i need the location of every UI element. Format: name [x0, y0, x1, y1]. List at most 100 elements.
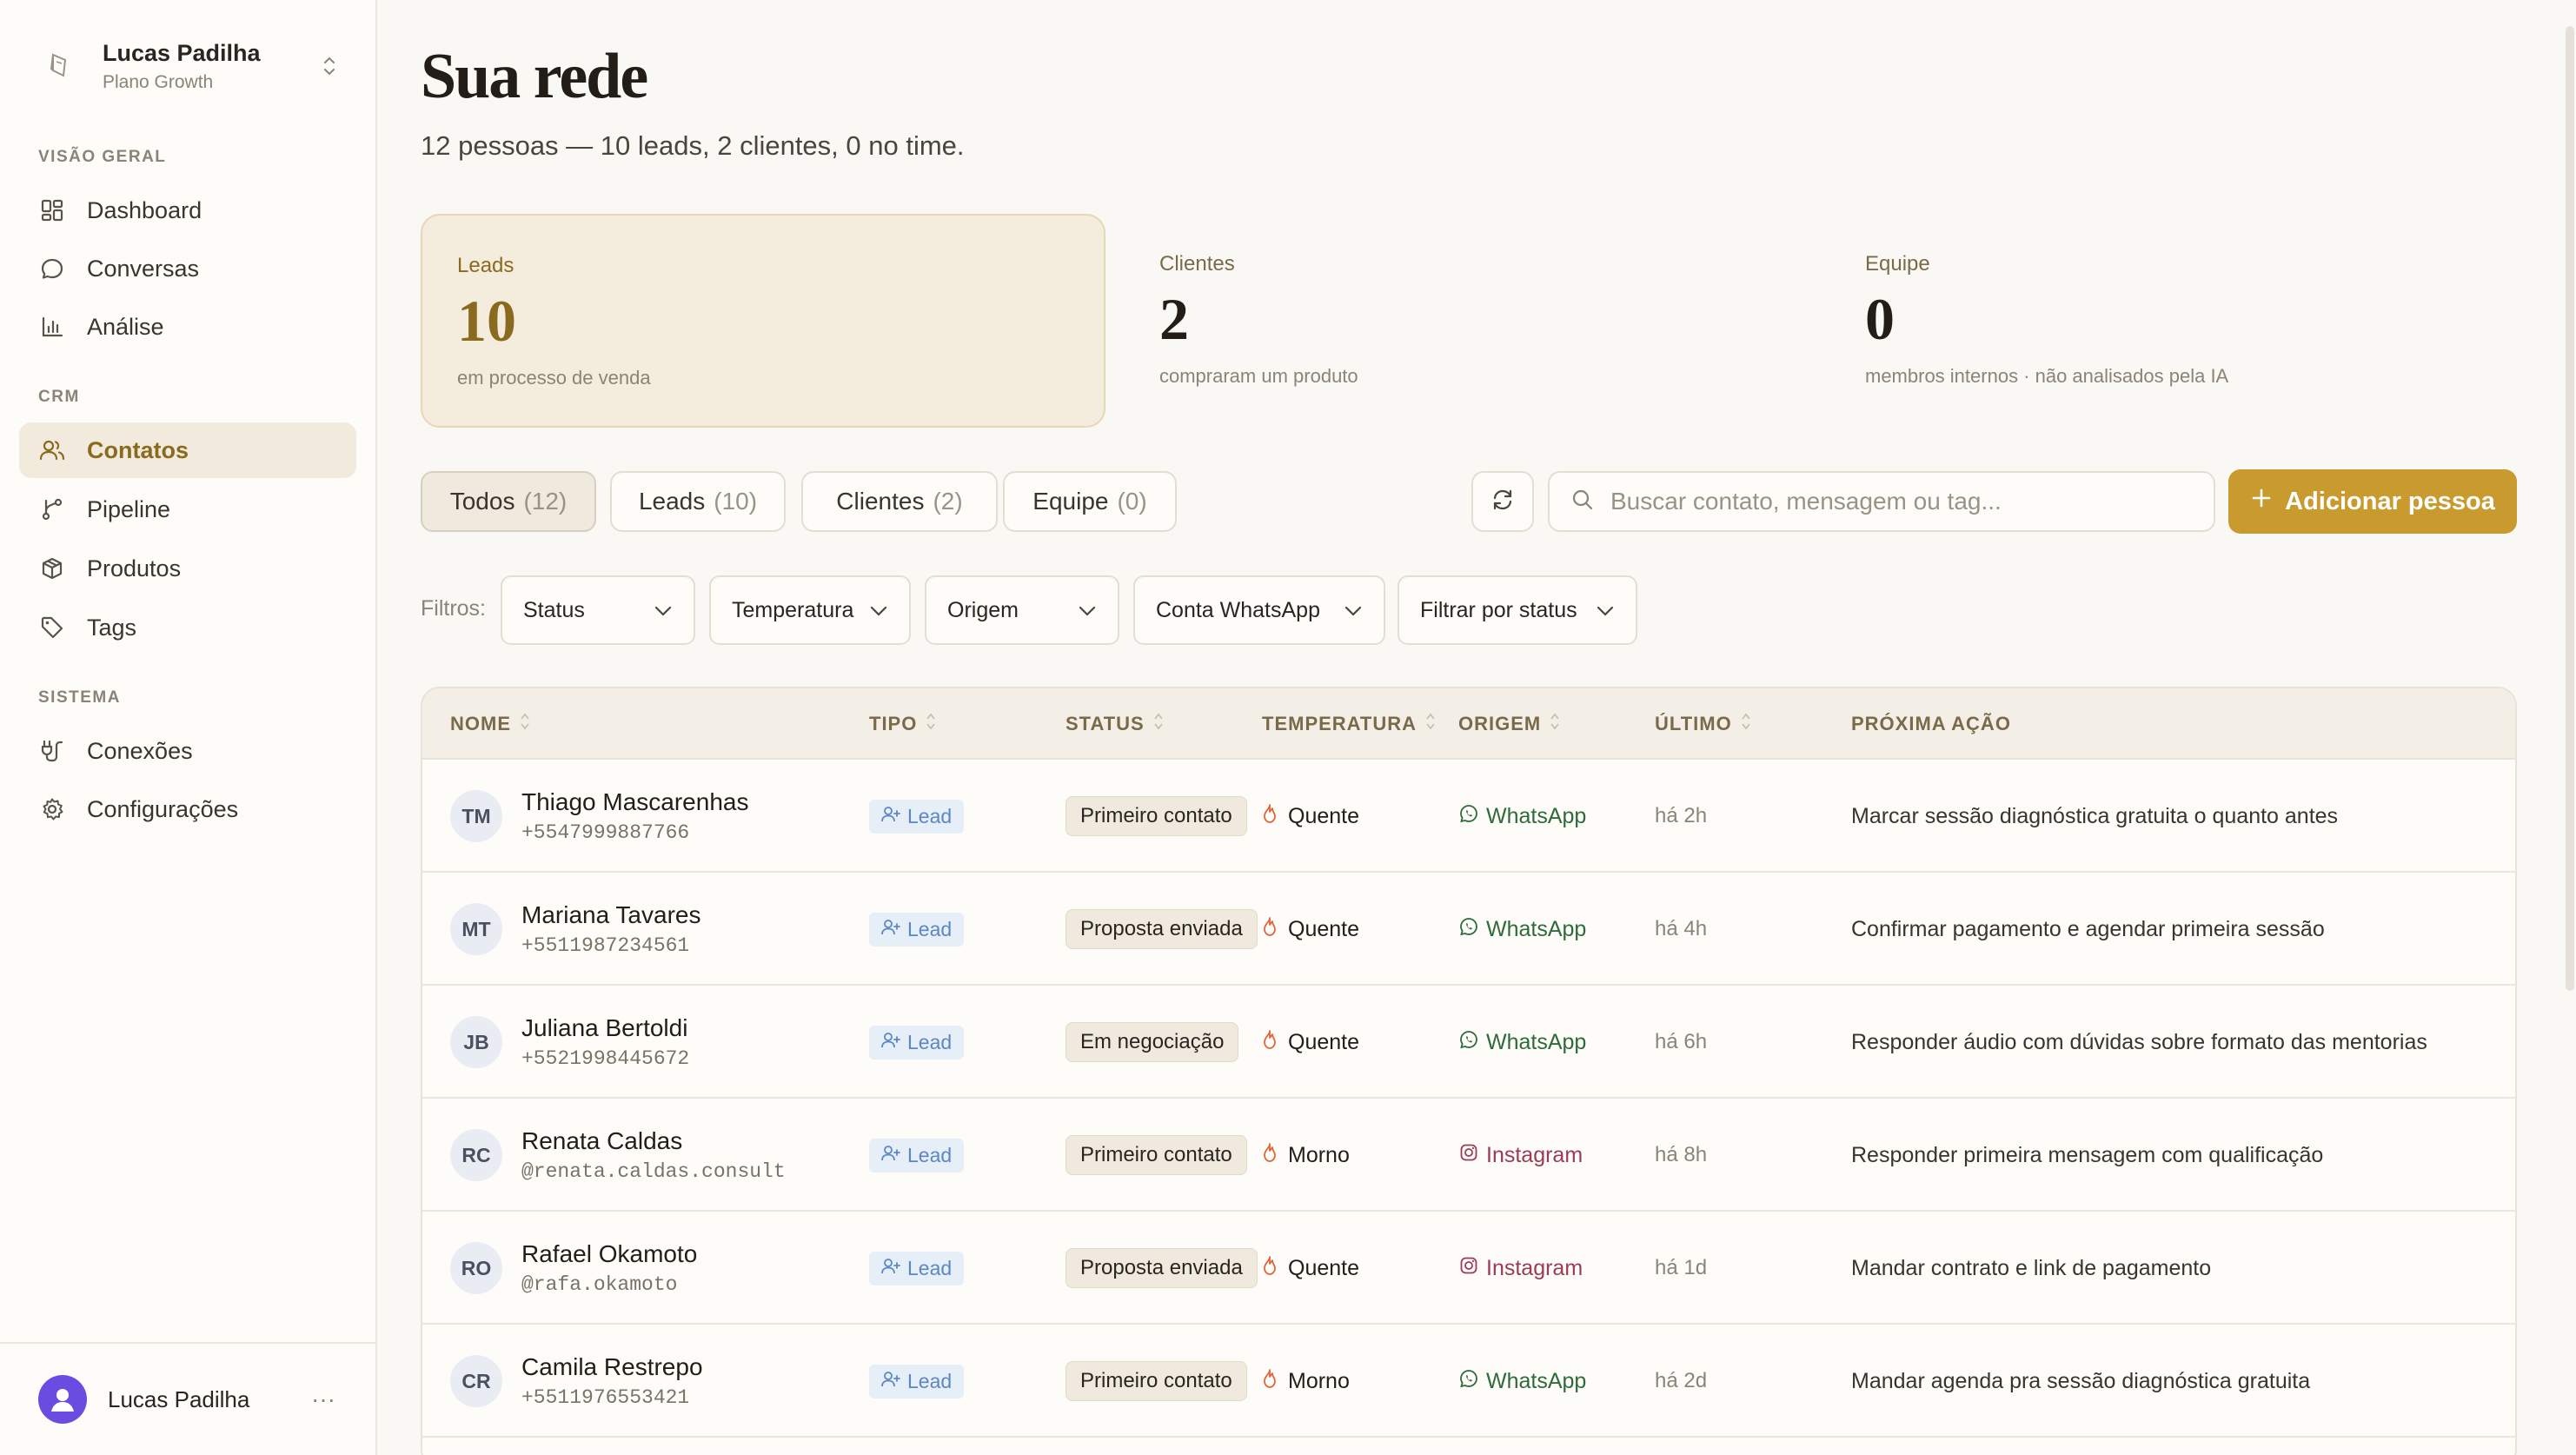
origin-label: WhatsApp: [1486, 803, 1587, 828]
contact-handle: @rafa.okamoto: [521, 1273, 678, 1296]
nav-item-analise[interactable]: Análise: [19, 299, 356, 355]
next-action: Responder áudio com dúvidas sobre format…: [1851, 1029, 2427, 1054]
nav-item-produtos[interactable]: Produtos: [19, 541, 356, 596]
chevron-down-icon: [869, 598, 888, 623]
contact-handle: @renata.caldas.consult: [521, 1160, 786, 1183]
column-header-temperatura[interactable]: TEMPERATURA: [1262, 688, 1436, 760]
chat-bubble-icon: [38, 255, 66, 282]
stat-card-clientes[interactable]: Clientes 2 compraram um produto: [1125, 214, 1809, 428]
column-header-tipo[interactable]: TIPO: [869, 688, 936, 760]
user-plus-icon: [881, 1031, 900, 1054]
tipo-badge: Lead: [869, 1364, 965, 1399]
git-branch-icon: [38, 495, 66, 523]
tab-count: (12): [523, 488, 568, 515]
filter-por-status[interactable]: Filtrar por status: [1398, 575, 1637, 645]
table-row[interactable]: TM Thiago Mascarenhas +5547999887766 Lead…: [422, 760, 2515, 873]
whatsapp-icon: [1458, 1029, 1479, 1056]
nav-item-pipeline[interactable]: Pipeline: [19, 482, 356, 537]
instagram-icon: [1458, 1255, 1479, 1282]
tipo-label: Lead: [907, 804, 953, 827]
column-header-label: TIPO: [869, 713, 918, 734]
nav-item-dashboard[interactable]: Dashboard: [19, 183, 356, 238]
stat-value: 10: [457, 288, 516, 354]
chevron-down-icon: [654, 598, 673, 623]
last-contact: há 6h: [1655, 1030, 1708, 1053]
filter-origem[interactable]: Origem: [925, 575, 1119, 645]
tipo-badge: Lead: [869, 1138, 965, 1173]
account-name: Lucas Padilha: [103, 39, 261, 66]
nav-item-tags[interactable]: Tags: [19, 600, 356, 655]
more-options-icon[interactable]: ···: [306, 1385, 341, 1413]
refresh-button[interactable]: [1471, 471, 1534, 532]
user-menu[interactable]: Lucas Padilha ···: [0, 1342, 375, 1455]
user-plus-icon: [881, 1257, 900, 1280]
temperature-label: Quente: [1288, 1029, 1360, 1054]
temperature-label: Morno: [1288, 1142, 1350, 1167]
table-row[interactable]: RC Renata Caldas @renata.caldas.consult L…: [422, 1099, 2515, 1212]
next-action: Confirmar pagamento e agendar primeira s…: [1851, 916, 2325, 941]
contact-handle: +5521998445672: [521, 1047, 690, 1070]
table-row[interactable]: RO Rafael Okamoto @rafa.okamoto Lead Prop…: [422, 1212, 2515, 1325]
main-content: Sua rede 12 pessoas — 10 leads, 2 client…: [379, 0, 2576, 1455]
contact-name: Rafael Okamoto: [521, 1240, 698, 1267]
nav-item-conversas[interactable]: Conversas: [19, 241, 356, 296]
tab-leads[interactable]: Leads (10): [610, 471, 786, 532]
contact-name: Thiago Mascarenhas: [521, 788, 749, 815]
plus-icon: [2250, 487, 2273, 516]
tipo-badge: Lead: [869, 1251, 965, 1286]
whatsapp-icon: [1458, 1368, 1479, 1395]
table-row[interactable]: CR Camila Restrepo +5511976553421 Lead Pr…: [422, 1325, 2515, 1438]
column-header-ultimo[interactable]: ÚLTIMO: [1655, 688, 1751, 760]
status-badge: Proposta enviada: [1066, 909, 1258, 949]
stat-label: Equipe: [1865, 252, 1930, 276]
tab-equipe[interactable]: Equipe (0): [1003, 471, 1177, 532]
sort-icon: [1550, 712, 1560, 736]
column-header-label: NOME: [450, 713, 511, 734]
temperature-label: Quente: [1288, 1255, 1360, 1280]
section-label-system: SISTEMA: [38, 688, 121, 707]
tab-todos[interactable]: Todos (12): [421, 471, 596, 532]
stat-card-leads[interactable]: Leads 10 em processo de venda: [421, 214, 1105, 428]
add-person-button[interactable]: Adicionar pessoa: [2228, 469, 2517, 534]
stat-value: 0: [1865, 286, 1895, 352]
column-header-nome[interactable]: NOME: [450, 688, 530, 760]
nav-label-conversas: Conversas: [87, 255, 200, 282]
filter-label: Temperatura: [732, 597, 854, 622]
search-input[interactable]: [1610, 488, 2184, 515]
column-header-status[interactable]: STATUS: [1066, 688, 1164, 760]
stat-desc: compraram um produto: [1159, 365, 1358, 387]
status-badge: Primeiro contato: [1066, 796, 1247, 836]
plug-icon: [38, 737, 66, 765]
tab-clientes[interactable]: Clientes (2): [801, 471, 998, 532]
flame-icon: [1262, 1029, 1278, 1056]
filter-conta-whatsapp[interactable]: Conta WhatsApp: [1133, 575, 1385, 645]
page-scrollbar[interactable]: [2564, 0, 2576, 1455]
nav-label-contatos: Contatos: [87, 436, 189, 463]
last-contact: há 1d: [1655, 1256, 1708, 1279]
origin-label: WhatsApp: [1486, 1368, 1587, 1393]
column-header-origem[interactable]: ORIGEM: [1458, 688, 1560, 760]
tab-label: Leads: [638, 488, 706, 515]
user-plus-icon: [881, 918, 900, 941]
next-action: Marcar sessão diagnóstica gratuita o qua…: [1851, 803, 2339, 828]
account-switcher[interactable]: Lucas Padilha Plano Growth: [38, 33, 342, 99]
filter-status[interactable]: Status: [501, 575, 695, 645]
next-action: Responder primeira mensagem com qualific…: [1851, 1142, 2324, 1167]
next-action: Mandar contrato e link de pagamento: [1851, 1255, 2212, 1280]
sidebar: Lucas Padilha Plano Growth VISÃO GERAL D…: [0, 0, 377, 1455]
stat-label: Clientes: [1159, 252, 1235, 276]
temperature-label: Quente: [1288, 803, 1360, 828]
nav-item-configuracoes[interactable]: Configurações: [19, 781, 356, 837]
scrollbar-thumb[interactable]: [2566, 26, 2574, 991]
nav-item-contatos[interactable]: Contatos: [19, 422, 356, 478]
stat-card-equipe[interactable]: Equipe 0 membros internos · não analisad…: [1830, 214, 2515, 428]
nav-item-conexoes[interactable]: Conexões: [19, 723, 356, 779]
filter-temperatura[interactable]: Temperatura: [709, 575, 911, 645]
search-icon: [1570, 488, 1595, 516]
tipo-label: Lead: [907, 1030, 953, 1053]
sort-icon: [926, 712, 936, 736]
filter-label: Status: [523, 597, 585, 622]
table-row[interactable]: JB Juliana Bertoldi +5521998445672 Lead E…: [422, 986, 2515, 1099]
search-box[interactable]: [1548, 471, 2215, 532]
table-row[interactable]: MT Mariana Tavares +5511987234561 Lead Pr…: [422, 873, 2515, 986]
